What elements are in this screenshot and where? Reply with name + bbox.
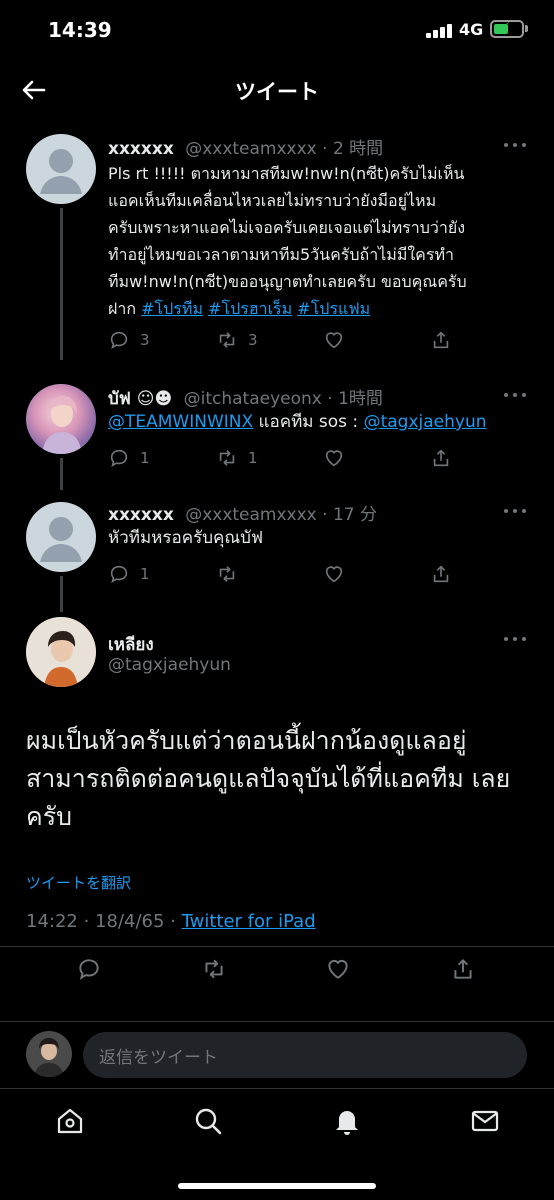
display-name[interactable]: xxxxxx — [108, 505, 174, 525]
notifications-icon[interactable] — [331, 1105, 363, 1137]
retweet-icon — [205, 959, 223, 979]
tweet-meta: xxxxxx @xxxteamxxxx · 2 時間 — [108, 139, 384, 159]
share-icon — [433, 331, 449, 349]
reply-icon — [110, 565, 128, 584]
tweet-meta: บัฟ ☺︎☻︎ @itchataeyeonx · 1時間 — [108, 389, 383, 409]
translate-link[interactable]: ツイートを翻訳 — [26, 872, 131, 893]
main-tweet-meta: 14:22 · 18/4/65 · Twitter for iPad — [26, 911, 316, 932]
main-handle[interactable]: @tagxjaehyun — [108, 655, 231, 675]
tweet-text: @TEAMWINWINX แอคทีม sos : @tagxjaehyun — [108, 412, 487, 432]
retweet-button[interactable] — [216, 560, 248, 588]
main-tweet-actions — [0, 955, 554, 983]
tweet-text: Pls rt !!!!! ตามหามาสทีมw!nw!n(nซีt)ครับ… — [108, 164, 467, 318]
main-tweet-text: ผมเป็นหัวครับแต่ว่าตอนนี้ฝากน้องดูแลอยู่… — [26, 726, 511, 831]
source-link[interactable]: Twitter for iPad — [182, 911, 316, 932]
like-button[interactable] — [323, 560, 345, 588]
like-button[interactable] — [323, 444, 345, 472]
like-button[interactable] — [325, 955, 351, 983]
like-button[interactable] — [323, 326, 345, 354]
signal-icon — [426, 24, 454, 38]
share-button[interactable] — [450, 955, 476, 983]
messages-icon[interactable] — [469, 1105, 501, 1137]
timestamp: 2 時間 — [332, 139, 384, 159]
reply-button[interactable] — [76, 955, 102, 983]
reply-icon — [110, 331, 128, 350]
reply-icon — [110, 449, 128, 468]
display-name[interactable]: xxxxxx — [108, 139, 174, 159]
tweet-meta: xxxxxx @xxxteamxxxx · 17 分 — [108, 505, 377, 525]
like-icon — [325, 566, 343, 583]
share-button[interactable] — [430, 444, 452, 472]
reply-button[interactable]: 1 — [108, 444, 150, 472]
mention-link[interactable]: @tagxjaehyun — [364, 412, 487, 432]
tweet-1[interactable]: xxxxxx @xxxteamxxxx · 2 時間 Pls rt !!!!! … — [0, 120, 554, 360]
main-avatar[interactable] — [26, 617, 96, 687]
tweet-actions: 1 — [108, 560, 528, 588]
share-icon — [433, 565, 449, 583]
retweet-icon — [219, 566, 235, 582]
retweet-button[interactable]: 3 — [216, 326, 258, 354]
reply-icon — [79, 959, 99, 980]
handle[interactable]: @itchataeyeonx — [184, 389, 322, 409]
share-button[interactable] — [430, 560, 452, 588]
home-indicator — [178, 1183, 376, 1189]
page-title: ツイート — [235, 80, 319, 104]
reply-button[interactable]: 3 — [108, 326, 150, 354]
hashtag-link[interactable]: #โปรทีม — [141, 299, 203, 318]
share-button[interactable] — [430, 326, 452, 354]
tweet-text: หัวทีมหรอครับคุณบัฟ — [108, 528, 263, 548]
thread-line — [60, 576, 63, 612]
user-avatar[interactable] — [26, 1031, 72, 1077]
avatar[interactable] — [26, 502, 96, 572]
thread-line — [60, 458, 63, 490]
main-display-name[interactable]: เหลียง — [108, 631, 154, 658]
like-icon — [325, 450, 343, 467]
tweet-actions: 1 1 — [108, 444, 528, 472]
more-icon[interactable] — [504, 637, 528, 643]
more-icon[interactable] — [504, 509, 528, 515]
handle[interactable]: @xxxteamxxxx — [185, 505, 317, 525]
display-name[interactable]: บัฟ ☺︎☻︎ — [108, 389, 172, 409]
main-timestamp: 14:22 · 18/4/65 · — [26, 911, 182, 932]
timestamp: 17 分 — [332, 505, 377, 525]
avatar[interactable] — [26, 384, 96, 454]
timestamp: 1時間 — [338, 389, 383, 409]
home-icon[interactable] — [54, 1105, 86, 1137]
search-icon[interactable] — [192, 1105, 224, 1137]
share-icon — [454, 959, 472, 979]
retweet-icon — [219, 332, 235, 348]
status-time: 14:39 — [48, 18, 112, 42]
battery-icon: ⚡ — [490, 19, 524, 38]
share-icon — [433, 449, 449, 467]
status-bar: 14:39 4G ⚡ — [0, 0, 554, 62]
retweet-button[interactable] — [201, 955, 227, 983]
like-icon — [328, 959, 348, 979]
tweet-2[interactable]: บัฟ ☺︎☻︎ @itchataeyeonx · 1時間 @TEAMWINWI… — [0, 372, 554, 490]
network-type: 4G — [459, 20, 484, 39]
handle[interactable]: @xxxteamxxxx — [185, 139, 317, 159]
retweet-button[interactable]: 1 — [216, 444, 258, 472]
reply-input[interactable]: 返信をツイート — [83, 1032, 527, 1078]
tweet-actions: 3 3 — [108, 326, 528, 354]
hashtag-link[interactable]: #โปรแฟม — [297, 299, 370, 318]
reply-bar: 返信をツイート — [0, 1022, 554, 1088]
reply-button[interactable]: 1 — [108, 560, 150, 588]
thread-line — [60, 208, 63, 360]
more-icon[interactable] — [504, 393, 528, 399]
header: ツイート — [0, 62, 554, 118]
tweet-3[interactable]: xxxxxx @xxxteamxxxx · 17 分 หัวทีมหรอครับ… — [0, 490, 554, 612]
mention-link[interactable]: @TEAMWINWINX — [108, 412, 253, 432]
reply-placeholder: 返信をツイート — [99, 1047, 218, 1068]
hashtag-link[interactable]: #โปรฮาเร็ม — [208, 299, 292, 318]
retweet-icon — [219, 450, 235, 466]
like-icon — [325, 332, 343, 349]
more-icon[interactable] — [504, 143, 528, 149]
avatar[interactable] — [26, 134, 96, 204]
